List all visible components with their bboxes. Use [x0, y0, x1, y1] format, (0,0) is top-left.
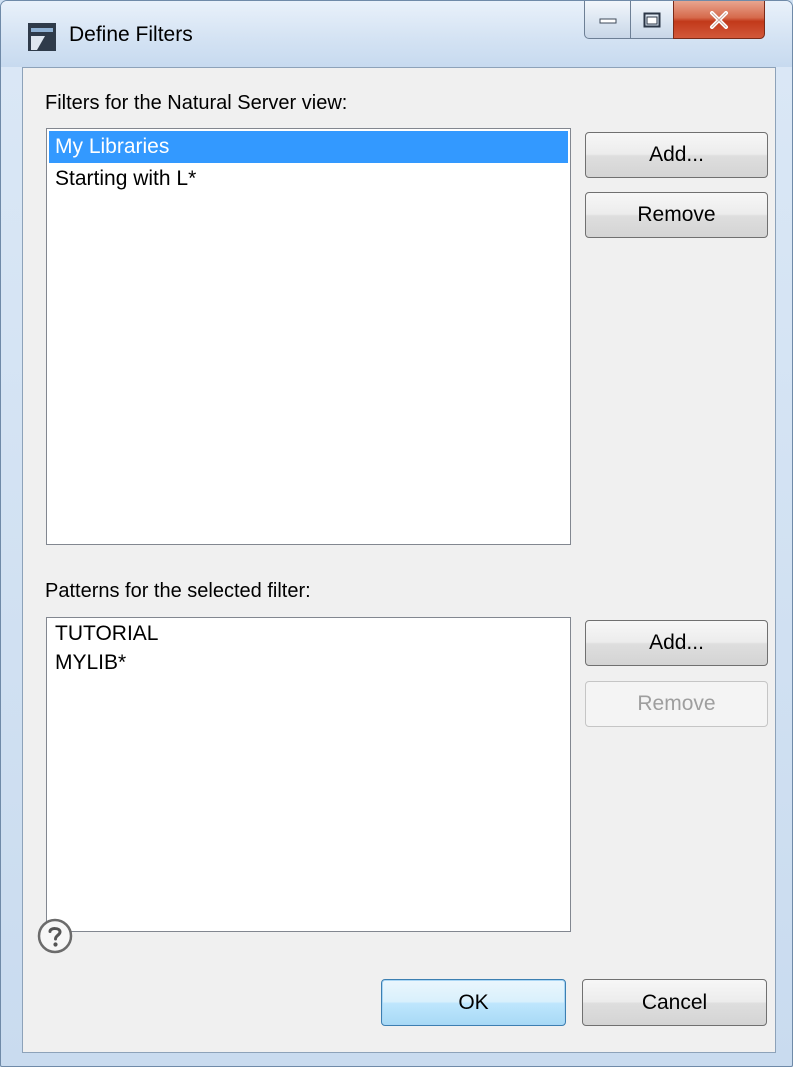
filters-list[interactable]: My Libraries Starting with L*	[46, 128, 571, 545]
pattern-item-tutorial[interactable]: TUTORIAL	[49, 620, 568, 649]
define-filters-window: Define Filters Filters for the Natural S…	[0, 0, 793, 1067]
close-icon	[710, 10, 728, 29]
filter-item-my-libraries[interactable]: My Libraries	[49, 131, 568, 163]
patterns-list[interactable]: TUTORIAL MYLIB*	[46, 617, 571, 932]
help-icon[interactable]	[37, 918, 73, 954]
filters-add-button[interactable]: Add...	[585, 132, 768, 178]
maximize-button[interactable]	[630, 1, 674, 39]
filter-item-starting-with-l[interactable]: Starting with L*	[49, 163, 568, 195]
minimize-icon	[599, 18, 616, 23]
cancel-button[interactable]: Cancel	[582, 979, 767, 1026]
pattern-item-mylib[interactable]: MYLIB*	[49, 649, 568, 678]
close-button[interactable]	[673, 1, 765, 39]
window-title: Define Filters	[69, 23, 193, 46]
minimize-button[interactable]	[584, 1, 631, 39]
title-bar[interactable]: Define Filters	[1, 1, 792, 67]
patterns-add-button[interactable]: Add...	[585, 620, 768, 666]
patterns-label: Patterns for the selected filter:	[45, 580, 311, 602]
define-filters-app-icon	[28, 23, 56, 51]
filters-label: Filters for the Natural Server view:	[45, 92, 348, 114]
patterns-remove-button[interactable]: Remove	[585, 681, 768, 727]
maximize-icon	[643, 12, 661, 27]
ok-button[interactable]: OK	[381, 979, 566, 1026]
filters-remove-button[interactable]: Remove	[585, 192, 768, 238]
